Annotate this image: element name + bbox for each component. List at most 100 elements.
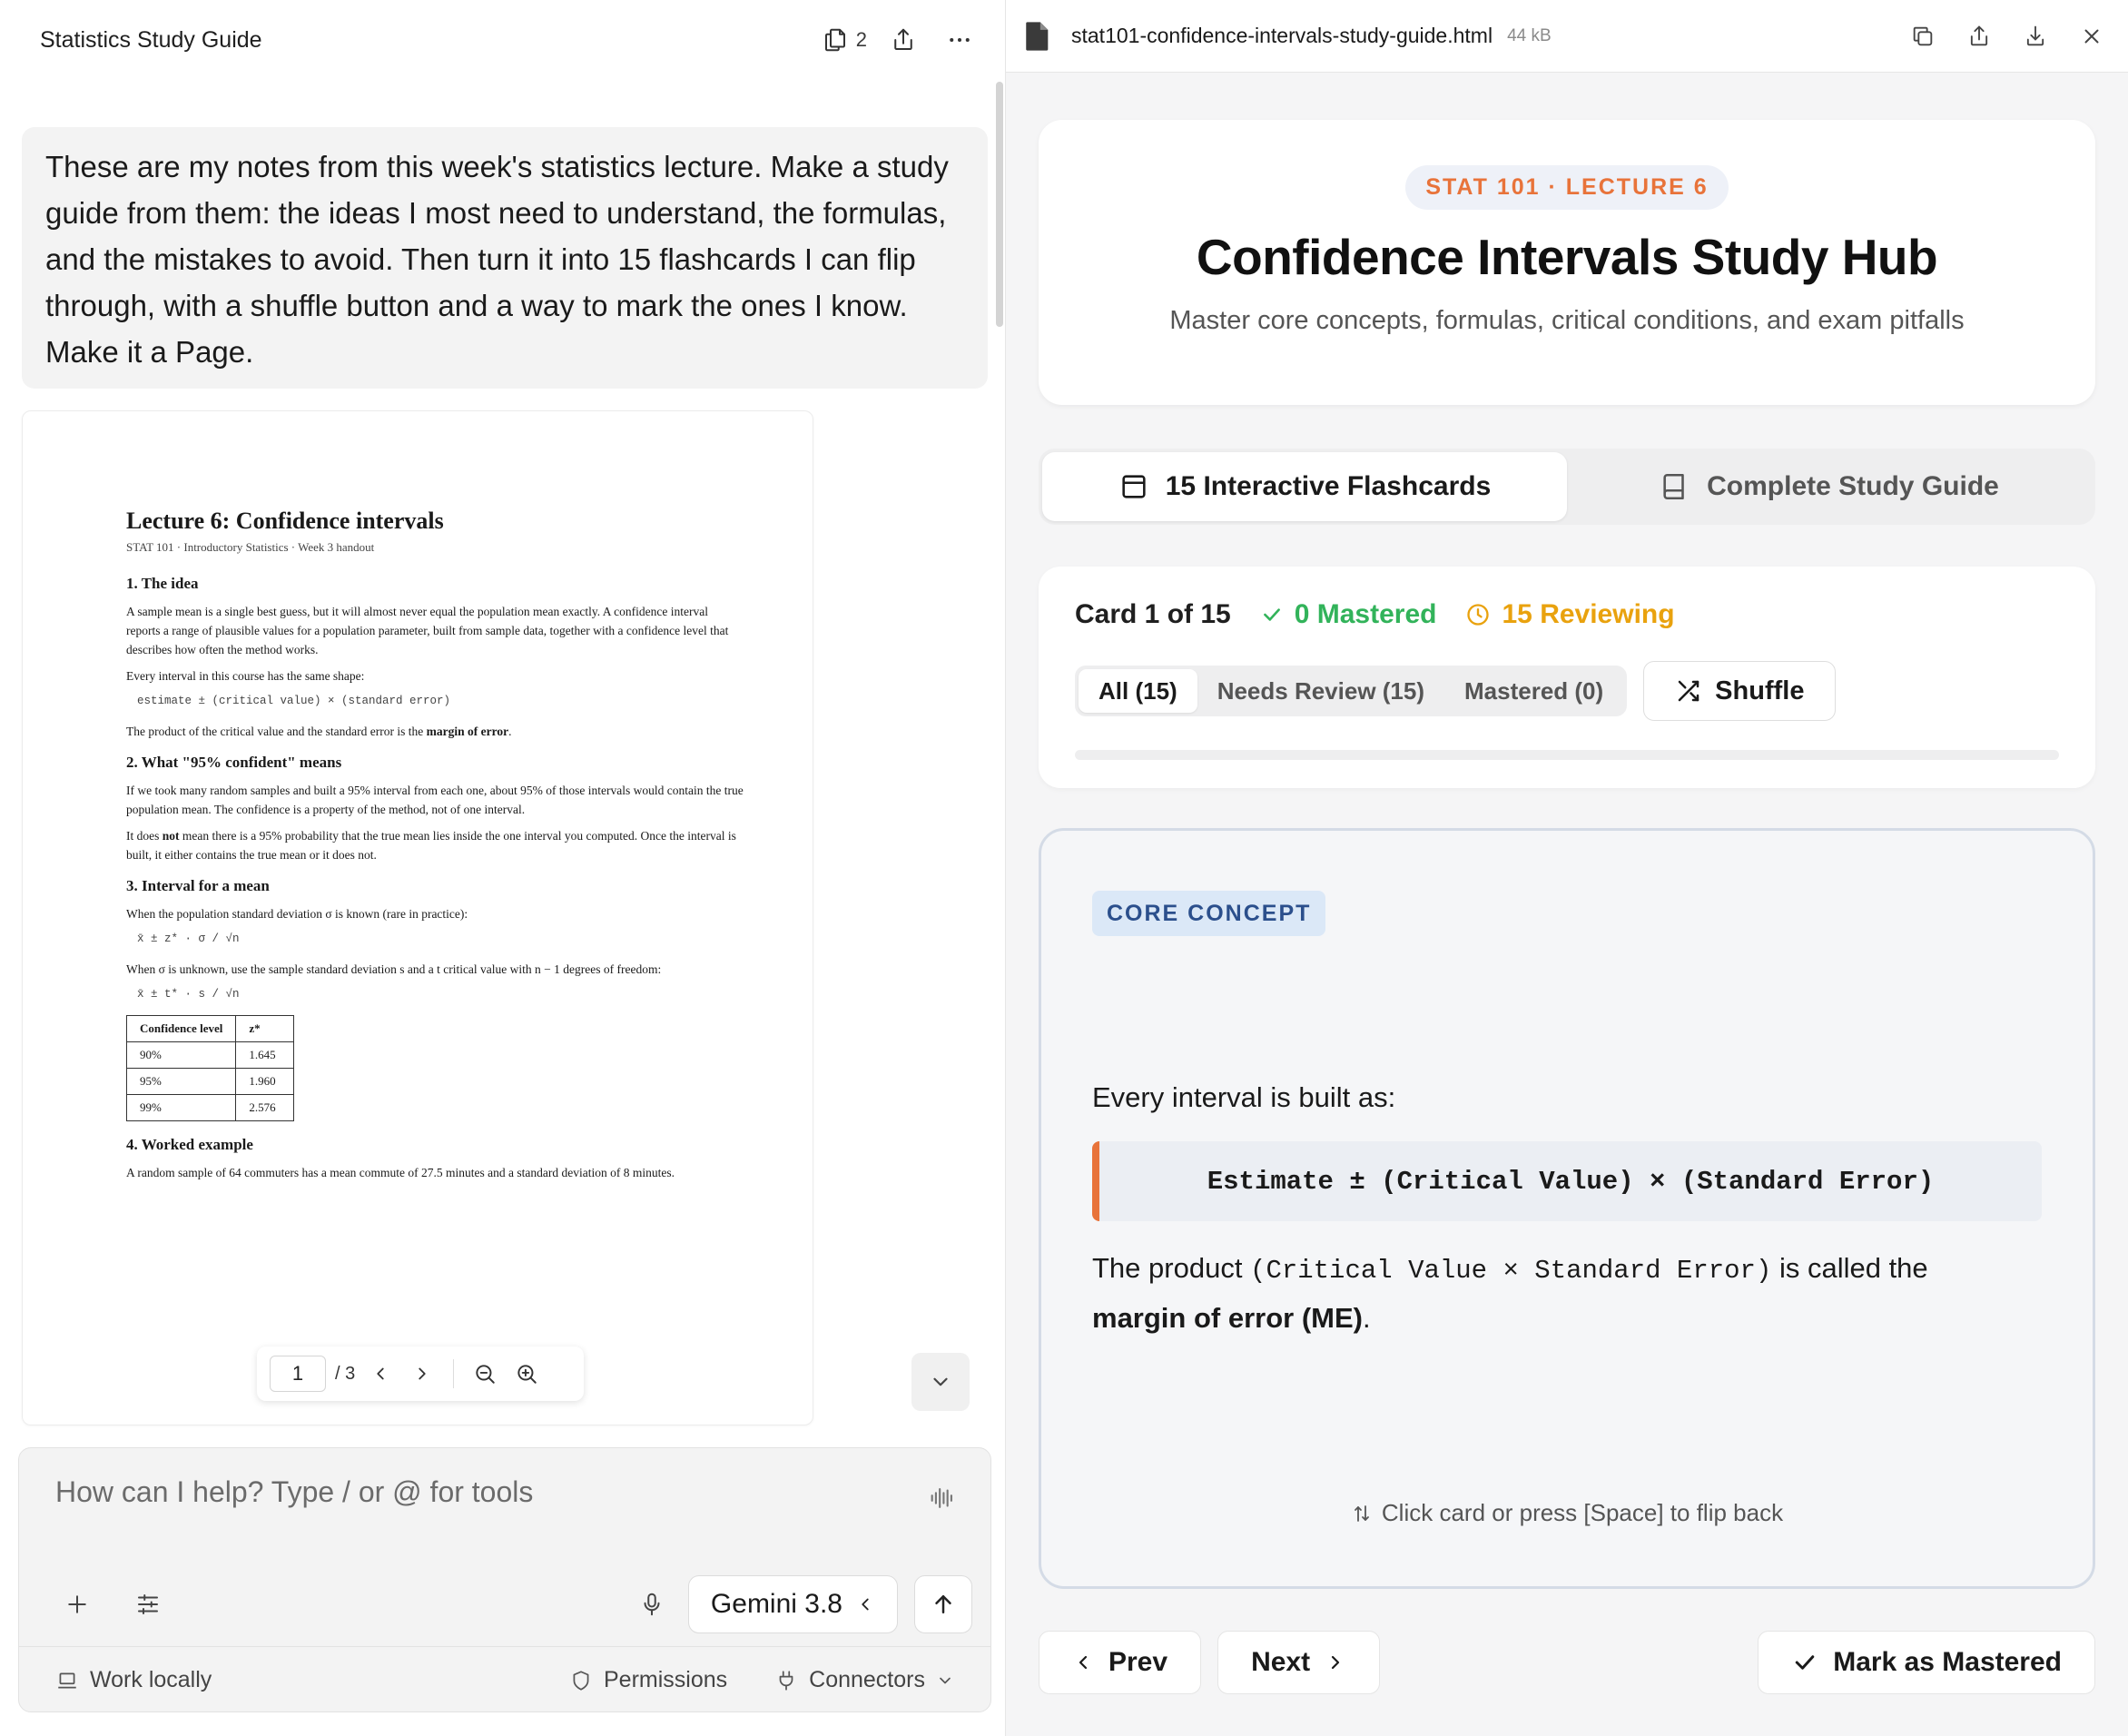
share-button[interactable] (883, 20, 923, 60)
share-icon (890, 26, 917, 54)
composer-right-controls: Gemini 3.8 (632, 1575, 972, 1633)
chevron-down-icon (929, 1370, 952, 1394)
dictation-button[interactable] (632, 1584, 672, 1624)
permissions-label: Permissions (603, 1667, 728, 1692)
user-message: These are my notes from this week's stat… (22, 127, 988, 389)
pdf-paragraph: A sample mean is a single best guess, bu… (126, 605, 729, 656)
card-icon (1118, 471, 1149, 502)
pdf-formula: estimate ± (critical value) × (standard … (137, 695, 451, 707)
add-attachment-button[interactable] (57, 1584, 97, 1624)
prev-page-button[interactable] (364, 1357, 397, 1390)
check-icon (1260, 603, 1284, 626)
page-subtitle: Master core concepts, formulas, critical… (1169, 306, 1965, 335)
files-count: 2 (855, 28, 867, 51)
pdf-page: Lecture 6: Confidence intervals STAT 101… (125, 508, 744, 1195)
toolbar-divider (453, 1359, 455, 1388)
table-header: Confidence level (125, 1015, 237, 1042)
deck-status-card: Card 1 of 15 0 Mastered 15 Reviewing All… (1039, 567, 2095, 788)
prompt-input[interactable]: How can I help? Type / or @ for tools (55, 1475, 533, 1509)
composer-left-controls (37, 1584, 168, 1624)
share-artifact-button[interactable] (1959, 16, 1999, 56)
card-lead-text: Every interval is built as: (1092, 1081, 1396, 1113)
tab-study-guide[interactable]: Complete Study Guide (1567, 452, 2092, 521)
clock-icon (1465, 602, 1491, 627)
scroll-to-bottom-button[interactable] (911, 1353, 970, 1411)
pdf-paragraph: When σ is unknown, use the sample standa… (126, 962, 662, 976)
download-button[interactable] (2015, 16, 2055, 56)
audio-waveform-icon (927, 1483, 958, 1514)
send-button[interactable] (914, 1575, 972, 1633)
pdf-formula: x̄ ± t* · s / √n (137, 988, 240, 1001)
table-cell: 1.960 (235, 1068, 295, 1095)
chat-scrollbar[interactable] (996, 82, 1003, 327)
page-number-input[interactable]: 1 (270, 1356, 326, 1392)
pdf-attachment-viewer: Lecture 6: Confidence intervals STAT 101… (22, 410, 813, 1425)
table-header: z* (235, 1015, 295, 1042)
share-icon (1966, 24, 1992, 49)
table-row: 95% 1.960 (125, 1068, 295, 1095)
microphone-icon (638, 1591, 665, 1618)
work-locally-button[interactable]: Work locally (55, 1667, 212, 1693)
mark-mastered-button[interactable]: Mark as Mastered (1758, 1631, 2095, 1694)
table-row: 99% 2.576 (125, 1094, 295, 1121)
critical-value-table: Confidence level z* 90% 1.645 95% 1.960 (125, 1015, 295, 1121)
files-icon (822, 26, 849, 54)
connectors-button[interactable]: Connectors (774, 1667, 954, 1693)
mastered-label: 0 Mastered (1294, 599, 1437, 629)
permissions-button[interactable]: Permissions (569, 1667, 727, 1693)
prev-card-button[interactable]: Prev (1039, 1631, 1202, 1694)
laptop-icon (55, 1669, 79, 1692)
pdf-heading: 1. The idea (126, 575, 199, 592)
filter-mastered[interactable]: Mastered (0) (1444, 669, 1623, 713)
table-cell: 90% (125, 1041, 237, 1069)
files-button[interactable]: 2 (822, 20, 867, 60)
file-name: stat101-confidence-intervals-study-guide… (1071, 24, 1493, 47)
deck-stats: Card 1 of 15 0 Mastered 15 Reviewing (1075, 599, 1675, 630)
table-cell: 2.576 (235, 1094, 295, 1121)
app-window: Statistics Study Guide 2 These are my no… (0, 0, 2128, 1736)
pdf-bold-text: not (162, 829, 180, 843)
close-button[interactable] (2072, 16, 2112, 56)
filter-all[interactable]: All (15) (1079, 669, 1197, 713)
filter-needs-review[interactable]: Needs Review (15) (1197, 669, 1444, 713)
view-tabs: 15 Interactive Flashcards Complete Study… (1039, 449, 2095, 525)
card-text: is called the (1771, 1252, 1928, 1284)
tab-flashcards[interactable]: 15 Interactive Flashcards (1042, 452, 1567, 521)
more-options-button[interactable] (940, 20, 980, 60)
next-card-button[interactable]: Next (1217, 1631, 1381, 1694)
card-category-badge: CORE CONCEPT (1092, 891, 1326, 936)
pdf-heading: 4. Worked example (126, 1136, 253, 1153)
pdf-text: . (508, 725, 512, 738)
copy-button[interactable] (1903, 16, 1943, 56)
model-selector[interactable]: Gemini 3.8 (687, 1575, 898, 1633)
next-page-button[interactable] (406, 1357, 438, 1390)
chevron-right-icon (412, 1364, 432, 1384)
chevron-left-icon (370, 1364, 390, 1384)
chat-pane: Statistics Study Guide 2 These are my no… (0, 0, 1006, 1736)
flashcard[interactable]: CORE CONCEPT Every interval is built as:… (1039, 828, 2095, 1589)
shuffle-button[interactable]: Shuffle (1643, 661, 1837, 721)
pdf-title: Lecture 6: Confidence intervals (126, 508, 444, 534)
arrow-up-icon (930, 1591, 957, 1618)
pdf-toolbar: 1 / 3 (257, 1346, 584, 1401)
tab-label: 15 Interactive Flashcards (1165, 471, 1492, 501)
voice-mode-button[interactable] (927, 1483, 958, 1514)
pdf-section-3: 3. Interval for a mean When the populati… (125, 877, 744, 1121)
tools-settings-button[interactable] (128, 1584, 168, 1624)
tab-label: Complete Study Guide (1707, 471, 1999, 501)
pdf-text: The product of the critical value and th… (126, 725, 427, 738)
pdf-text: It does (126, 829, 163, 843)
course-pill: STAT 101 · LECTURE 6 (1405, 165, 1729, 210)
zoom-in-button[interactable] (510, 1357, 543, 1390)
more-icon (946, 26, 973, 54)
zoom-out-button[interactable] (468, 1357, 501, 1390)
pdf-formula: x̄ ± z* · σ / √n (137, 932, 240, 945)
composer-footer-right: Permissions Connectors (569, 1667, 954, 1693)
book-icon (1660, 471, 1690, 502)
card-navigation: Prev Next Mark as Mastered (1039, 1631, 2095, 1694)
pdf-section-2: 2. What "95% confident" means If we took… (126, 754, 744, 864)
zoom-in-icon (515, 1362, 538, 1386)
composer-footer: Work locally Permissions Connectors (19, 1646, 990, 1713)
card-bold-text: margin of error (ME) (1092, 1302, 1363, 1334)
file-icon (1024, 21, 1051, 52)
